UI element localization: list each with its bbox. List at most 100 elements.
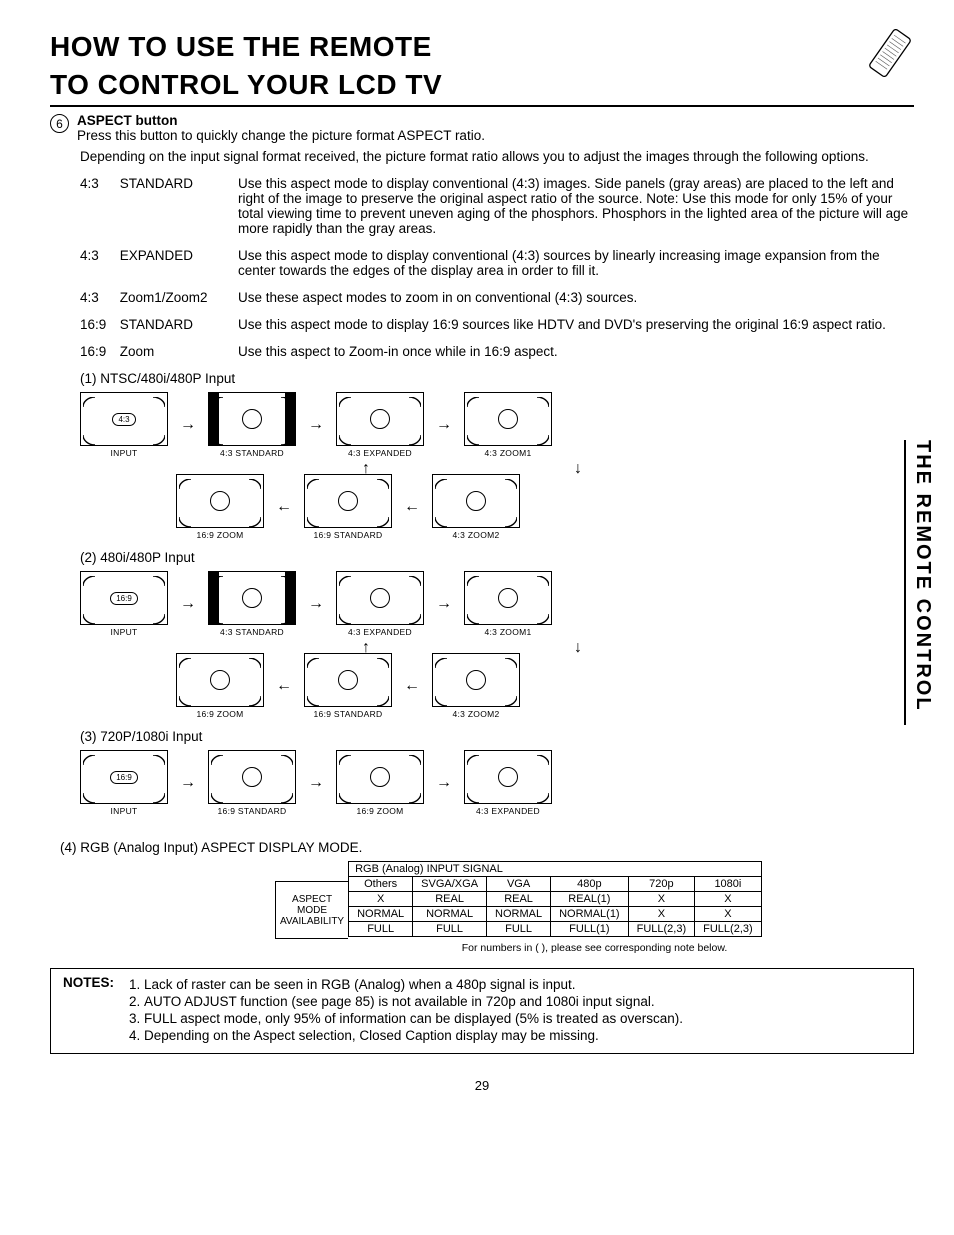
aspect-name: EXPANDED (120, 248, 193, 263)
note-item: FULL aspect mode, only 95% of informatio… (144, 1011, 683, 1026)
notes-box: NOTES: Lack of raster can be seen in RGB… (50, 968, 914, 1054)
diagram-caption: 16:9 ZOOM (356, 806, 403, 816)
rgb-cell: REAL(1) (551, 892, 629, 907)
diagram-heading: (2) 480i/480P Input (80, 550, 914, 565)
rgb-cell: X (695, 892, 762, 907)
rgb-cell: FULL(1) (551, 922, 629, 937)
diagram-caption: 4:3 EXPANDED (348, 448, 412, 458)
section-title: ASPECT button (77, 113, 485, 128)
aspect-name: Zoom (120, 344, 155, 359)
rgb-heading: (4) RGB (Analog Input) ASPECT DISPLAY MO… (60, 840, 914, 855)
rgb-cell: REAL (487, 892, 551, 907)
face-icon (466, 670, 486, 690)
diagram-row: 16:9 ZOOM←16:9 STANDARD←4:3 ZOOM2 (176, 653, 914, 719)
face-icon (242, 409, 262, 429)
note-item: Lack of raster can be seen in RGB (Analo… (144, 977, 683, 992)
diagram-box: 4:3 ZOOM2 (432, 653, 520, 719)
rgb-row-header: ASPECT MODE AVAILABILITY (275, 881, 348, 939)
side-tab-rule (904, 440, 906, 725)
diagram-box: 4:3 ZOOM1 (464, 392, 552, 458)
rgb-cell: X (628, 892, 695, 907)
diagram-caption: 16:9 STANDARD (314, 530, 383, 540)
arrow-left-icon: ← (276, 677, 292, 695)
diagram-caption: 4:3 EXPANDED (476, 806, 540, 816)
aspect-desc: Use this aspect to Zoom-in once while in… (238, 344, 914, 359)
arrow-down-icon: ↓ (574, 639, 582, 657)
rgb-col-header: 720p (628, 877, 695, 892)
arrow-right-icon: → (180, 595, 196, 613)
rgb-super-header: RGB (Analog) INPUT SIGNAL (349, 862, 762, 877)
arrow-right-icon: → (308, 416, 324, 434)
section-intro2: Depending on the input signal format rec… (80, 149, 914, 164)
diagram-caption: 4:3 ZOOM1 (484, 448, 531, 458)
arrow-right-icon: → (308, 774, 324, 792)
arrow-left-icon: ← (404, 498, 420, 516)
rgb-rowhead-2: AVAILABILITY (280, 916, 344, 927)
face-icon (370, 409, 390, 429)
rgb-col-header: 480p (551, 877, 629, 892)
diagram-caption: 4:3 STANDARD (220, 448, 284, 458)
aspect-row: 4:3 STANDARDUse this aspect mode to disp… (80, 176, 914, 236)
rgb-cell: X (628, 907, 695, 922)
diagram-row: 16:9 INPUT → 16:9 STANDARD → 16:9 ZOOM → 4:3 EX… (80, 750, 914, 816)
rgb-cell: NORMAL (487, 907, 551, 922)
face-icon (242, 767, 262, 787)
aspect-name: STANDARD (120, 317, 193, 332)
diagram-caption: 16:9 ZOOM (196, 530, 243, 540)
title-rule (50, 105, 914, 107)
section-intro: Press this button to quickly change the … (77, 128, 485, 143)
face-icon (210, 670, 230, 690)
diagram-box: 4:3 STANDARD (208, 392, 296, 458)
arrow-right-icon: → (180, 774, 196, 792)
rgb-cell: FULL (349, 922, 413, 937)
diagram-caption: INPUT (111, 627, 138, 637)
diagram-box: 16:9 STANDARD (304, 474, 392, 540)
diagram-caption: INPUT (111, 806, 138, 816)
diagram-box: 4:3 ZOOM1 (464, 571, 552, 637)
diagram-caption: 4:3 ZOOM2 (452, 530, 499, 540)
diagram-box: 16:9 ZOOM (176, 474, 264, 540)
aspect-name: Zoom1/Zoom2 (120, 290, 208, 305)
aspect-ratio: 4:3 (80, 248, 116, 263)
face-icon (370, 588, 390, 608)
diagram-caption: 16:9 STANDARD (314, 709, 383, 719)
diagram-box: 4:3 STANDARD (208, 571, 296, 637)
rgb-col-header: Others (349, 877, 413, 892)
arrow-right-icon: → (436, 774, 452, 792)
face-icon (210, 491, 230, 511)
aspect-row: 16:9 STANDARDUse this aspect mode to dis… (80, 317, 914, 332)
page-title-line1: HOW TO USE THE REMOTE (50, 30, 914, 64)
diagram-caption: INPUT (111, 448, 138, 458)
page-number: 29 (50, 1078, 914, 1093)
diagram-caption: 16:9 STANDARD (218, 806, 287, 816)
remote-icon (868, 28, 912, 81)
arrow-right-icon: → (308, 595, 324, 613)
diagram-box: 4:3 EXPANDED (464, 750, 552, 816)
aspect-desc: Use these aspect modes to zoom in on con… (238, 290, 914, 305)
rgb-col-header: 1080i (695, 877, 762, 892)
rgb-cell: X (349, 892, 413, 907)
face-icon (498, 767, 518, 787)
note-item: AUTO ADJUST function (see page 85) is no… (144, 994, 683, 1009)
rgb-rowhead-0: ASPECT (292, 894, 332, 905)
diagram-row: 16:9INPUT→4:3 STANDARD→4:3 EXPANDED→4:3 … (80, 571, 914, 637)
notes-list: Lack of raster can be seen in RGB (Analo… (124, 975, 683, 1045)
diagram-box: 16:9 ZOOM (176, 653, 264, 719)
aspect-ratio: 4:3 (80, 176, 116, 191)
face-icon (466, 491, 486, 511)
rgb-cell: NORMAL (349, 907, 413, 922)
arrow-left-icon: ← (276, 498, 292, 516)
aspect-row: 4:3 EXPANDEDUse this aspect mode to disp… (80, 248, 914, 278)
diagram-row: 4:3INPUT→4:3 STANDARD→4:3 EXPANDED→4:3 Z… (80, 392, 914, 458)
diagram-box: 16:9 INPUT (80, 750, 168, 816)
aspect-ratio: 16:9 (80, 317, 116, 332)
rgb-table-footnote: For numbers in ( ), please see correspon… (275, 942, 914, 954)
face-icon (498, 588, 518, 608)
arrow-right-icon: → (180, 416, 196, 434)
rgb-col-header: SVGA/XGA (413, 877, 487, 892)
rgb-cell: FULL(2,3) (628, 922, 695, 937)
rgb-col-header: VGA (487, 877, 551, 892)
aspect-tag: 16:9 (110, 771, 138, 784)
aspect-row: 16:9 ZoomUse this aspect to Zoom-in once… (80, 344, 914, 359)
diagram-caption: 4:3 ZOOM1 (484, 627, 531, 637)
